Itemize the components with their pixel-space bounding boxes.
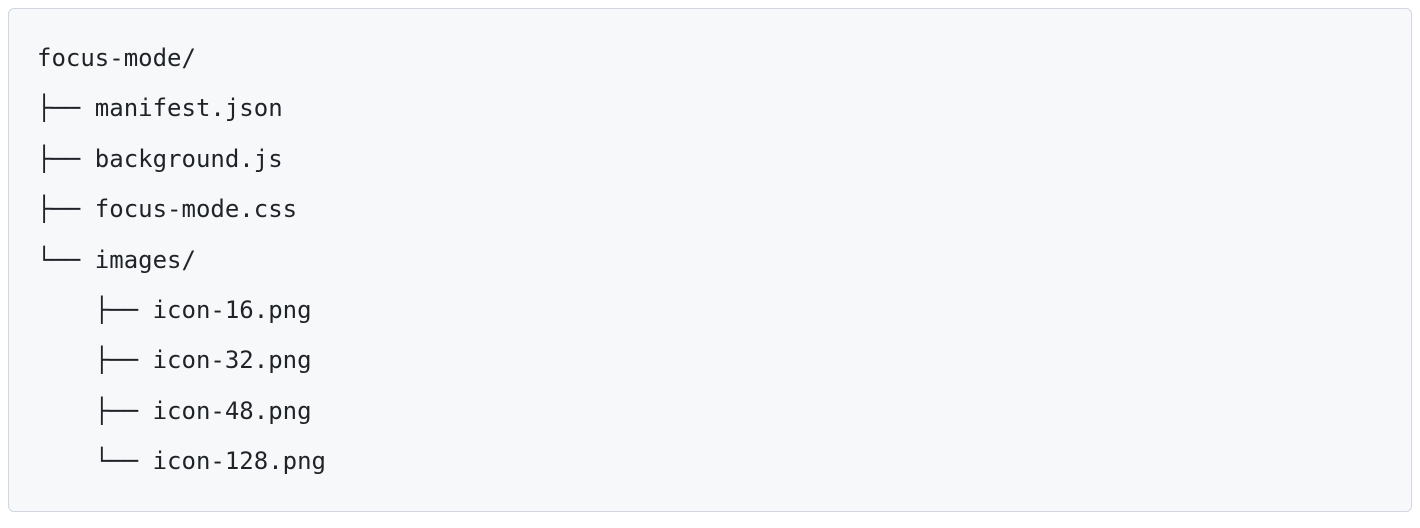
tree-file: └── icon-128.png (37, 447, 326, 475)
file-tree-block: focus-mode/ ├── manifest.json ├── backgr… (8, 8, 1412, 512)
tree-file: ├── icon-48.png (37, 397, 312, 425)
tree-file: ├── icon-16.png (37, 296, 312, 324)
tree-file: ├── background.js (37, 145, 283, 173)
tree-file: ├── icon-32.png (37, 346, 312, 374)
tree-file: ├── focus-mode.css (37, 195, 297, 223)
tree-root: focus-mode/ (37, 44, 196, 72)
tree-folder: └── images/ (37, 246, 196, 274)
tree-file: ├── manifest.json (37, 94, 283, 122)
